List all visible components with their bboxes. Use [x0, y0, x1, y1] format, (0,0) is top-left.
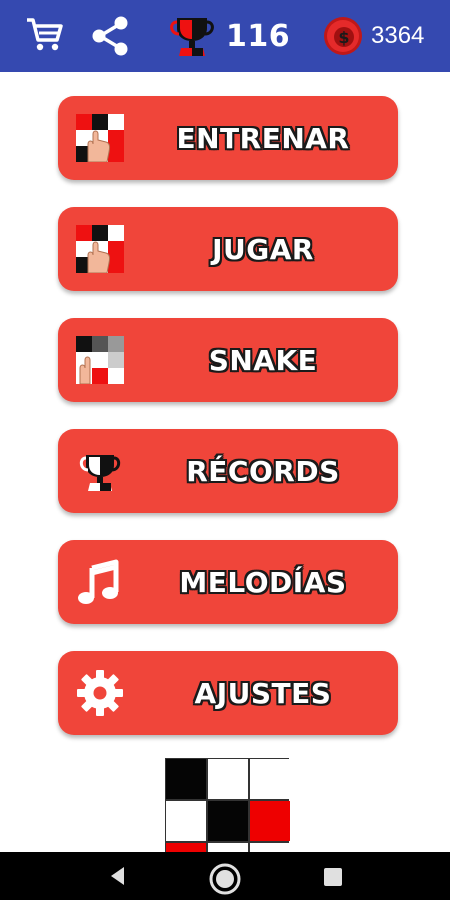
home-icon[interactable]: [208, 862, 242, 896]
trophy-icon: [170, 18, 214, 56]
records-button-label: RÉCORDS: [186, 454, 340, 488]
settings-button[interactable]: AJUSTES: [58, 651, 398, 735]
system-nav-bar: [0, 852, 450, 900]
recents-icon[interactable]: [322, 866, 344, 888]
play-button-label: JUGAR: [212, 232, 314, 266]
preview-tile: [166, 801, 206, 841]
top-app-bar: 116 $ 3364: [0, 0, 450, 72]
snake-button[interactable]: SNAKE: [58, 318, 398, 402]
share-icon[interactable]: [86, 12, 134, 60]
preview-tile: [208, 801, 248, 841]
play-button[interactable]: JUGAR: [58, 207, 398, 291]
preview-tile: [208, 759, 248, 799]
snake-button-label: SNAKE: [208, 343, 318, 377]
trophy-count: 116: [226, 18, 291, 54]
main-menu: ENTRENAR JUGAR SNAKE RÉCORDS MELODÍAS AJ…: [10, 72, 440, 853]
settings-button-label: AJUSTES: [194, 676, 332, 710]
coin-count: 3364: [371, 22, 425, 49]
trophy-counter: 116: [168, 14, 290, 58]
coin-icon: $: [324, 17, 362, 55]
melodies-button[interactable]: MELODÍAS: [58, 540, 398, 624]
preview-tile: [250, 801, 290, 841]
cart-icon[interactable]: [24, 14, 64, 54]
records-button[interactable]: RÉCORDS: [58, 429, 398, 513]
melodies-button-label: MELODÍAS: [179, 565, 347, 599]
preview-tile: [250, 759, 290, 799]
svg-text:$: $: [338, 28, 349, 47]
tiles-hand-icon: [76, 225, 124, 273]
train-button[interactable]: ENTRENAR: [58, 96, 398, 180]
music-note-icon: [78, 559, 119, 604]
back-icon[interactable]: [106, 864, 130, 888]
preview-tile: [166, 759, 206, 799]
gear-icon: [77, 670, 123, 716]
snake-tiles-icon: [76, 336, 124, 384]
trophy-icon: [79, 455, 121, 491]
train-button-label: ENTRENAR: [176, 121, 350, 155]
coin-counter: $ 3364: [323, 16, 424, 56]
tiles-preview: [165, 758, 290, 853]
tiles-hand-icon: [76, 114, 124, 162]
